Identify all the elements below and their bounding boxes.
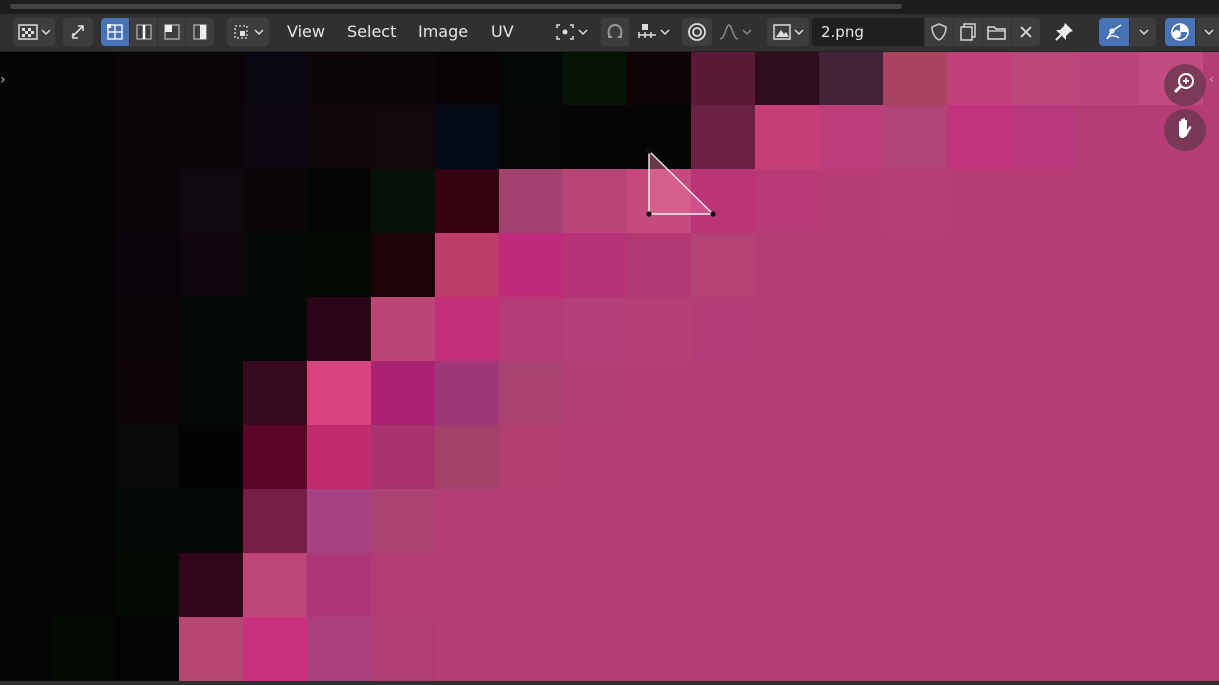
chevron-down-icon	[794, 29, 804, 36]
chevron-down-icon	[578, 29, 588, 36]
menu-select[interactable]: Select	[345, 18, 398, 46]
uv-vertex[interactable]	[646, 148, 652, 154]
overlay-icon	[1169, 21, 1191, 43]
overlay-toggle-button[interactable]	[1165, 18, 1195, 46]
horizontal-scrollbar[interactable]	[10, 4, 902, 9]
snap-increment-icon	[636, 22, 658, 42]
edge-select-button[interactable]	[130, 18, 157, 46]
island-select-button[interactable]	[186, 18, 214, 46]
pan-hand-icon	[1172, 115, 1198, 145]
top-area-strip	[0, 0, 1219, 14]
open-image-icon	[986, 22, 1008, 42]
chevron-down-icon	[254, 29, 264, 36]
image-browse-icon	[772, 22, 792, 42]
editor-type-button[interactable]	[13, 18, 55, 46]
unlink-icon	[1018, 24, 1034, 40]
uv-face[interactable]	[648, 149, 715, 215]
sync-selection-button[interactable]	[63, 18, 93, 46]
new-image-button[interactable]	[954, 18, 982, 46]
proportional-editing-icon	[687, 22, 707, 42]
proportional-editing-button[interactable]	[682, 18, 712, 46]
pivot-point-icon	[554, 22, 576, 42]
snap-toggle-button[interactable]	[601, 18, 629, 46]
snap-target-button[interactable]	[631, 18, 675, 46]
zoom-button[interactable]	[1164, 64, 1206, 106]
pin-icon	[1053, 21, 1075, 43]
uv-face-overlay	[646, 148, 716, 217]
uv-vertex[interactable]	[710, 211, 716, 217]
pin-button[interactable]	[1049, 18, 1079, 46]
image-browse-button[interactable]	[767, 18, 809, 46]
snap-icon	[605, 22, 625, 42]
sticky-select-mode-icon	[232, 22, 252, 42]
island-select-icon	[190, 22, 210, 42]
new-image-icon	[958, 22, 978, 42]
pivot-point-button[interactable]	[550, 18, 592, 46]
edge-select-icon	[134, 22, 154, 42]
fake-user-button[interactable]	[925, 18, 953, 46]
chevron-down-icon	[660, 29, 670, 36]
chevron-down-icon	[1139, 29, 1149, 36]
zoom-icon	[1172, 70, 1198, 100]
image-name-field[interactable]: 2.png	[812, 18, 924, 46]
chevron-down-icon	[742, 29, 752, 36]
open-image-button[interactable]	[983, 18, 1011, 46]
sticky-select-mode-button[interactable]	[227, 18, 269, 46]
gizmo-icon	[1103, 21, 1125, 43]
fake-user-shield-icon	[929, 22, 949, 42]
chevron-down-icon	[1203, 29, 1214, 36]
gizmo-options-button[interactable]	[1130, 18, 1156, 46]
proportional-falloff-button[interactable]	[714, 18, 756, 46]
menu-image[interactable]: Image	[416, 18, 470, 46]
toolbar-toggle-icon[interactable]: ›	[0, 72, 12, 92]
uv-editor-viewport[interactable]: › ‹	[0, 52, 1219, 681]
vertex-select-button[interactable]	[101, 18, 129, 46]
falloff-curve-icon	[718, 22, 740, 42]
unlink-image-button[interactable]	[1012, 18, 1040, 46]
face-select-icon	[162, 22, 182, 42]
bottom-border	[0, 681, 1219, 685]
vertex-select-icon	[105, 22, 125, 42]
sidebar-toggle-icon[interactable]: ‹	[1209, 72, 1219, 94]
gizmo-toggle-button[interactable]	[1099, 18, 1129, 46]
editor-type-icon	[17, 23, 39, 41]
pan-button[interactable]	[1164, 109, 1206, 151]
menu-uv[interactable]: UV	[489, 18, 516, 46]
chevron-down-icon	[41, 29, 51, 36]
image-editor-header: View Select Image UV 2.png	[0, 14, 1219, 52]
menu-view[interactable]: View	[285, 18, 327, 46]
uv-vertex[interactable]	[646, 211, 652, 217]
sync-selection-icon	[68, 22, 88, 42]
overlay-options-button[interactable]	[1196, 18, 1219, 46]
face-select-button[interactable]	[158, 18, 185, 46]
